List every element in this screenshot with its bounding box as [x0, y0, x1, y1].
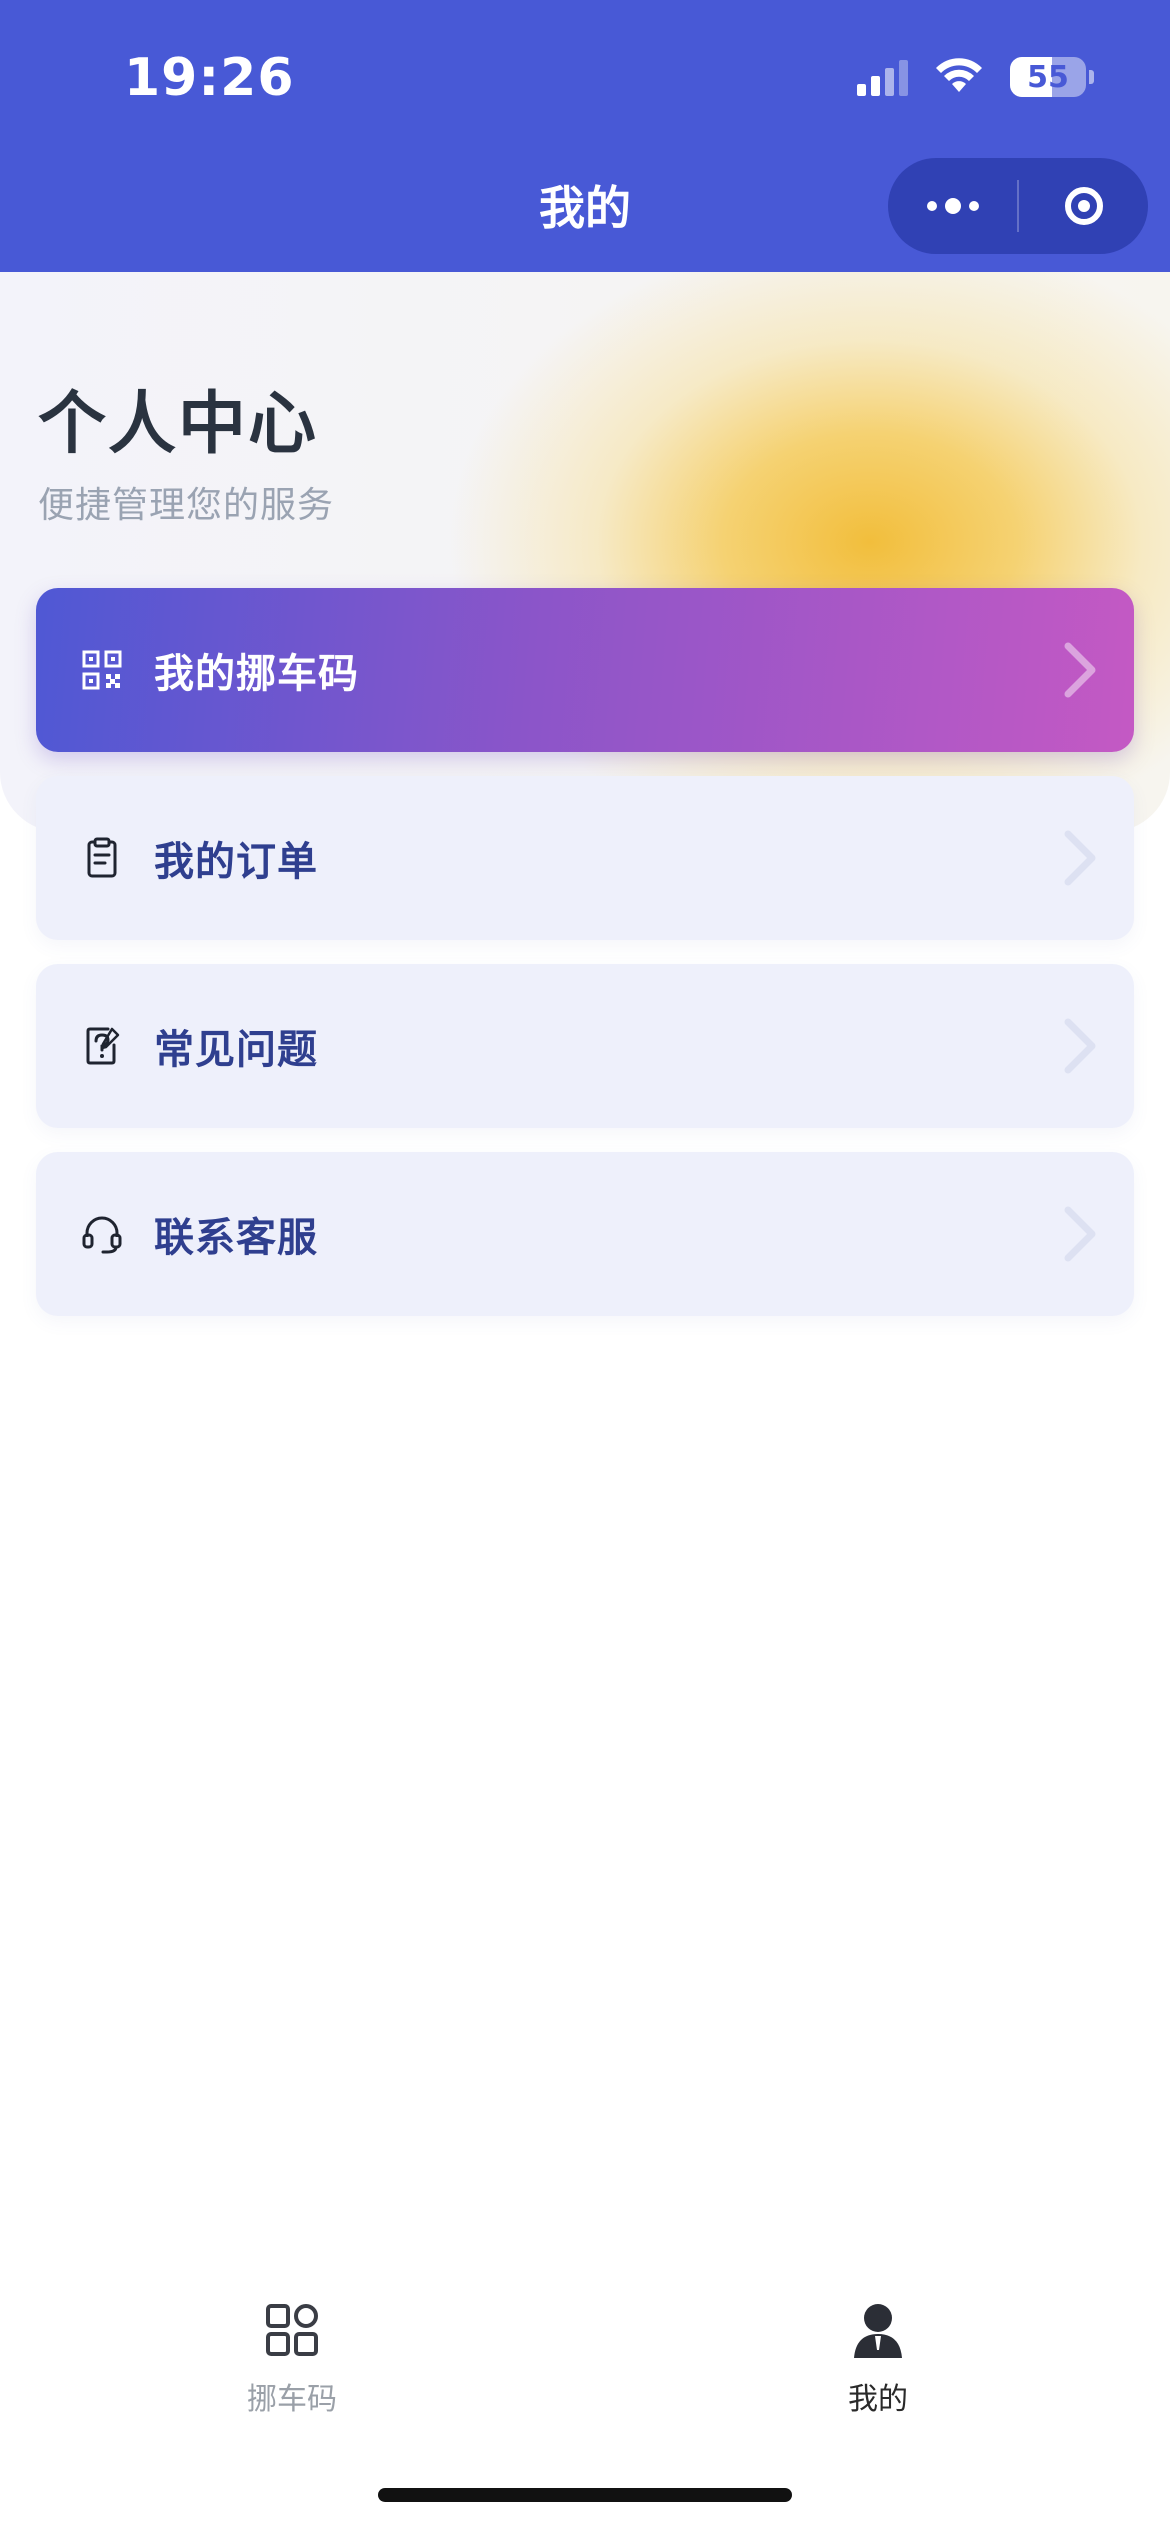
menu-item-customer-service[interactable]: 联系客服: [36, 1152, 1134, 1316]
question-note-icon: [78, 1022, 126, 1070]
more-options-button[interactable]: [888, 158, 1017, 254]
menu-item-label: 联系客服: [154, 1215, 318, 1261]
headset-icon: [78, 1210, 126, 1258]
status-indicators: 55: [857, 54, 1094, 100]
battery-cap: [1089, 70, 1094, 84]
battery-indicator: 55: [1010, 57, 1094, 97]
cellular-signal-icon: [857, 58, 908, 96]
menu-item-label: 我的订单: [154, 839, 318, 885]
menu-item-label: 我的挪车码: [154, 651, 359, 697]
menu-item-parking-code[interactable]: 我的挪车码: [36, 588, 1134, 752]
clipboard-icon: [78, 834, 126, 882]
chevron-right-icon: [1064, 830, 1096, 886]
chevron-right-icon: [1064, 642, 1096, 698]
battery-percentage: 55: [1027, 59, 1069, 95]
more-dot-icon: [968, 201, 979, 211]
chevron-right-icon: [1064, 1206, 1096, 1262]
top-header: 19:26 55 我的: [0, 0, 1170, 272]
tab-label: 我的: [848, 2382, 908, 2417]
hero-subtitle: 便捷管理您的服务: [38, 485, 335, 526]
tab-mine[interactable]: 我的: [768, 2300, 988, 2418]
mini-program-capsule: [888, 158, 1148, 254]
hero-title: 个人中心: [38, 385, 319, 464]
person-icon: [854, 2304, 902, 2358]
status-time: 19:26: [124, 48, 295, 108]
close-mini-program-button[interactable]: [1019, 158, 1148, 254]
tab-parking-code[interactable]: 挪车码: [182, 2300, 402, 2418]
menu-item-label: 常见问题: [154, 1027, 318, 1073]
more-dot-icon: [926, 201, 937, 211]
menu-item-faq[interactable]: 常见问题: [36, 964, 1134, 1128]
grid-apps-icon: [266, 2304, 318, 2356]
bottom-tab-bar: 挪车码 我的: [0, 2270, 1170, 2430]
menu-item-orders[interactable]: 我的订单: [36, 776, 1134, 940]
home-indicator: [378, 2488, 792, 2502]
more-dot-icon: [944, 198, 961, 214]
battery-icon: 55: [1010, 57, 1086, 97]
chevron-right-icon: [1064, 1018, 1096, 1074]
tab-label: 挪车码: [247, 2382, 337, 2417]
wifi-icon: [936, 58, 982, 92]
target-circle-icon: [1064, 187, 1103, 225]
qr-code-icon: [78, 646, 126, 694]
